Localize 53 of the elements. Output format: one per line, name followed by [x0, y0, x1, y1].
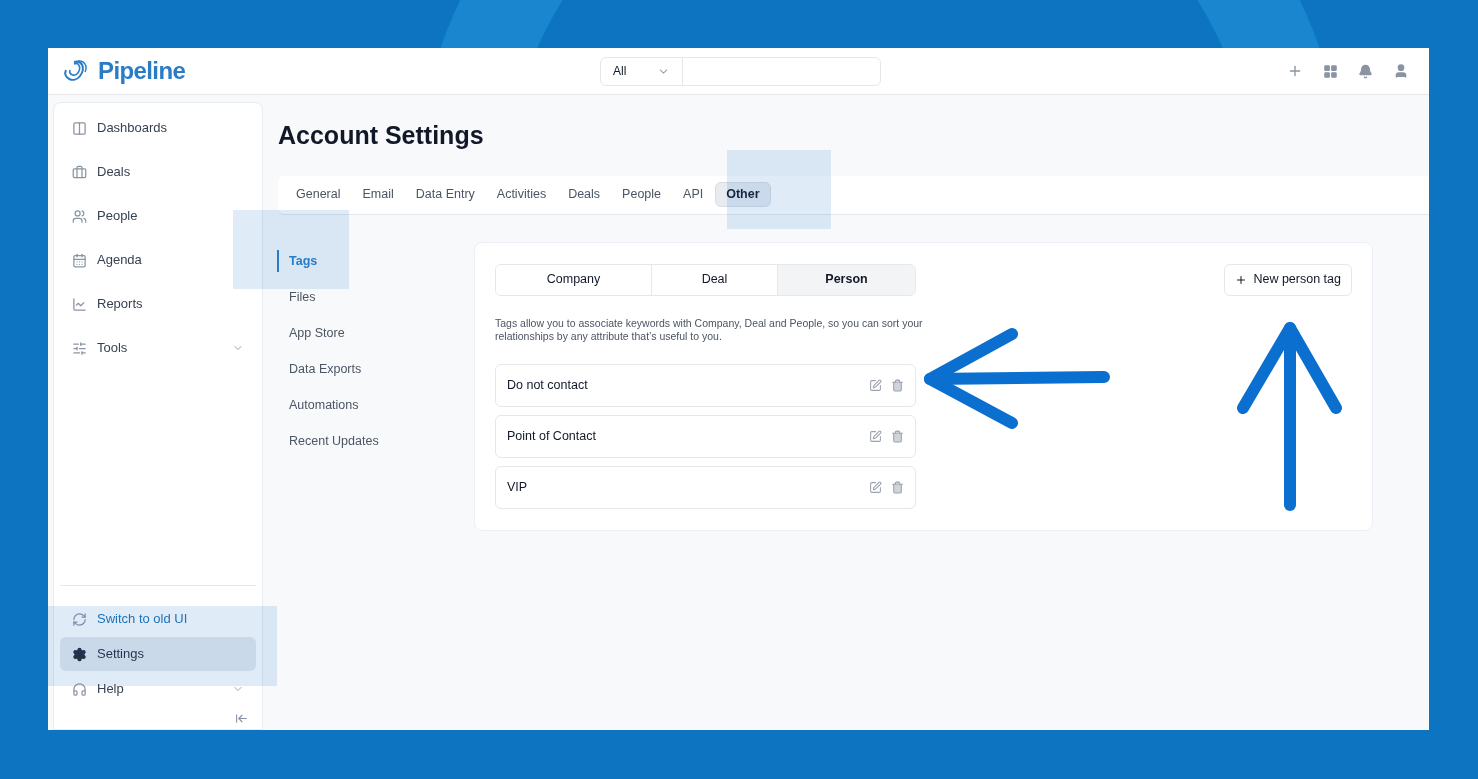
plus-icon[interactable] [1287, 63, 1303, 79]
filter-dropdown[interactable]: All [601, 57, 683, 85]
search-field[interactable]: All [600, 56, 881, 86]
tag-name: Point of Contact [507, 427, 597, 445]
bell-icon[interactable] [1358, 63, 1373, 79]
sidebar-item[interactable]: Dashboards [60, 111, 256, 145]
subnav-link[interactable]: Recent Updates [277, 429, 474, 452]
sidebar-item[interactable]: Help [60, 672, 256, 706]
tag-name: VIP [507, 478, 529, 496]
settings-tab[interactable]: Other [715, 182, 771, 207]
edit-icon[interactable] [869, 378, 882, 392]
trash-icon[interactable] [891, 480, 904, 494]
settings-tab[interactable]: API [673, 182, 714, 207]
settings-tab[interactable]: Data Entry [405, 182, 485, 207]
settings-tab[interactable]: Activities [486, 182, 557, 207]
trash-icon[interactable] [891, 429, 904, 443]
sidebar-item[interactable]: Switch to old UI [60, 602, 256, 636]
sidebar-item[interactable]: Tools [60, 331, 256, 365]
grid-icon[interactable] [1323, 63, 1338, 79]
subnav-link[interactable]: Automations [277, 393, 474, 416]
subnav-link[interactable]: Files [277, 285, 474, 308]
briefcase-icon [72, 164, 87, 180]
sidebar-item[interactable]: People [60, 199, 256, 233]
refresh-icon [72, 611, 87, 627]
settings-tab[interactable]: Email [352, 182, 404, 207]
sidebar-item[interactable]: Reports [60, 287, 256, 321]
calendar-icon [72, 252, 87, 268]
settings-tab[interactable]: General [286, 182, 351, 207]
collapse-icon[interactable] [235, 712, 248, 725]
new-tag-button[interactable]: New person tag [1224, 263, 1352, 296]
settings-icon [72, 646, 87, 662]
tags-description: Tags allow you to associate keywords with Company, Deal and People, so you can sort your relationships by any attribute that’s useful to you. [495, 316, 924, 343]
plus-icon [1235, 273, 1248, 286]
page-title: Account Settings [278, 120, 485, 151]
sidebar-item[interactable]: Settings [60, 637, 256, 671]
trash-icon[interactable] [891, 378, 904, 392]
settings-tab[interactable]: Deals [558, 182, 611, 207]
edit-icon[interactable] [869, 480, 882, 494]
line-chart-icon [72, 296, 87, 312]
settings-tab[interactable]: People [612, 182, 672, 207]
logo-text: Pipeline [98, 56, 186, 86]
headphones-icon [72, 681, 87, 697]
user-icon[interactable] [1393, 63, 1409, 79]
sidebar-item[interactable]: Agenda [60, 243, 256, 277]
edit-icon[interactable] [869, 429, 882, 443]
sliders-icon [72, 340, 87, 356]
sidebar-item[interactable]: Deals [60, 155, 256, 189]
subnav-link[interactable]: Data Exports [277, 357, 474, 380]
segment-tab[interactable]: Person [777, 264, 915, 295]
tag-name: Do not contact [507, 376, 589, 394]
people-icon [72, 208, 87, 224]
columns-icon [72, 120, 87, 136]
subnav-link[interactable]: App Store [277, 321, 474, 344]
